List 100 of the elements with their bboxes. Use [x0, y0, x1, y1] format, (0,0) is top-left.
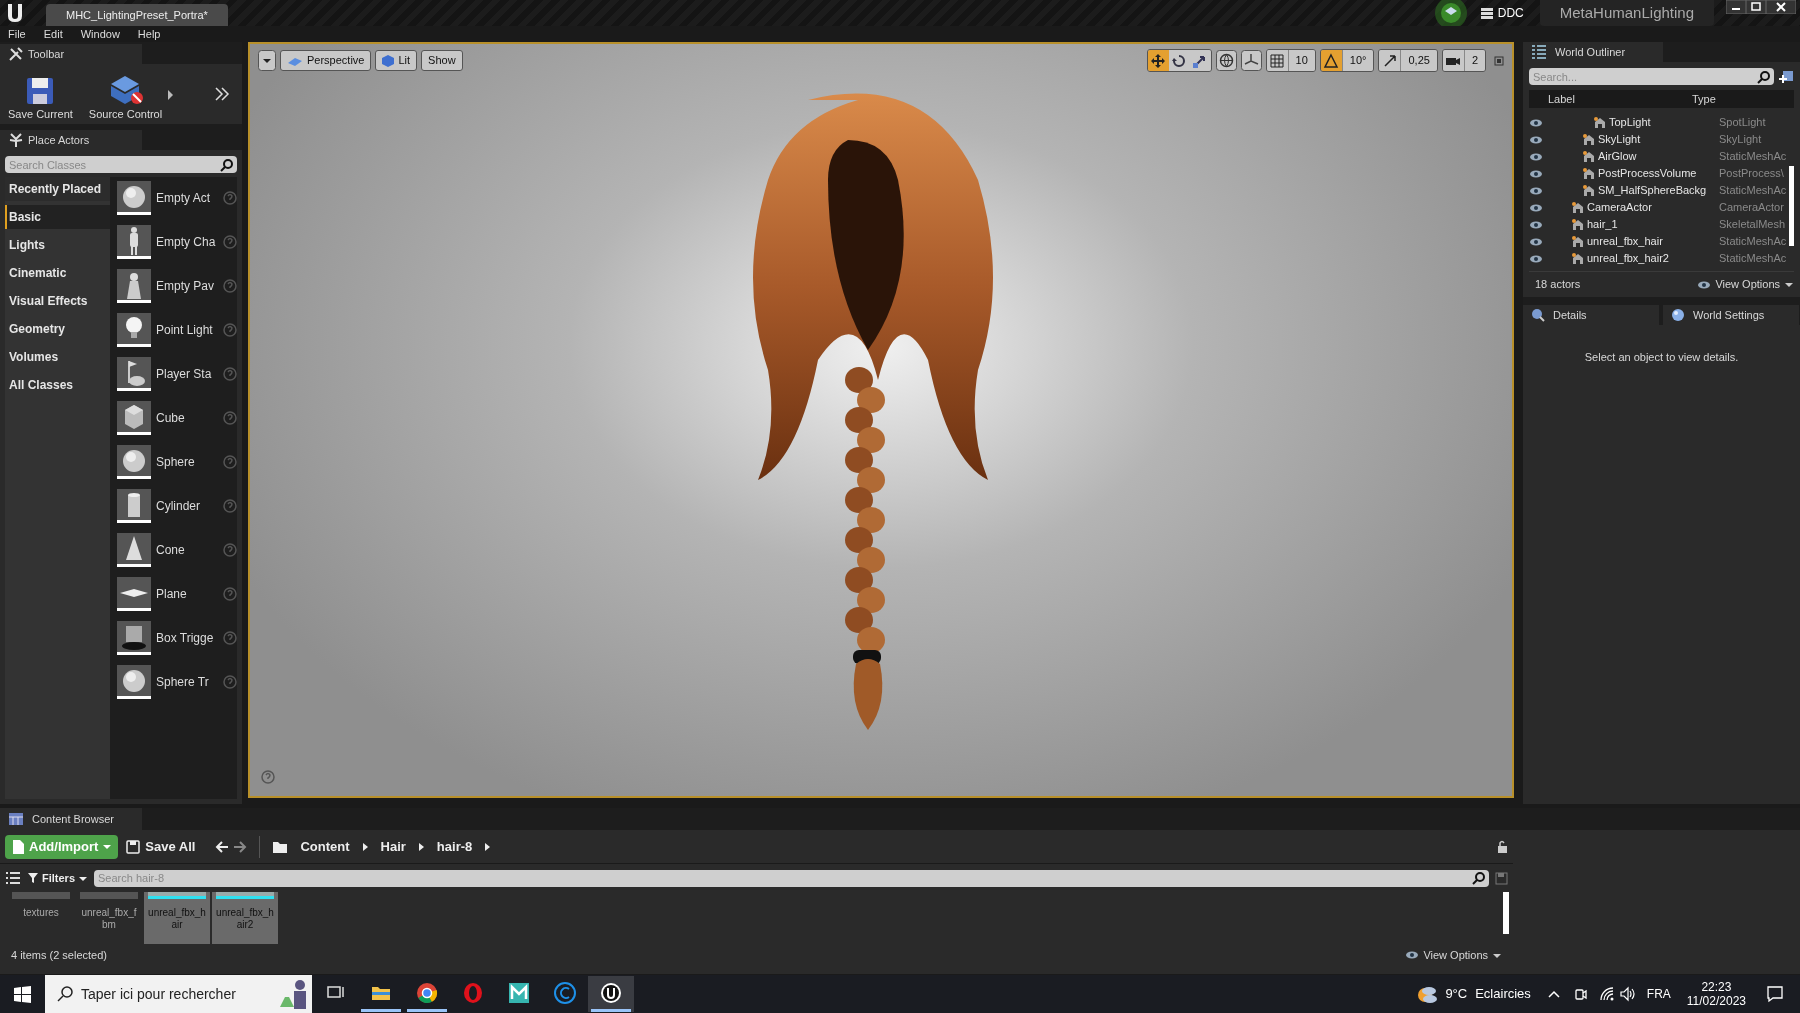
dropdown-icon[interactable]	[258, 50, 276, 71]
actor-name[interactable]: Empty Cha	[156, 233, 219, 251]
rotate-tool-button[interactable]	[1168, 50, 1190, 71]
category-item[interactable]: Lights	[5, 233, 110, 257]
clock-time[interactable]: 22:23	[1701, 980, 1732, 994]
windows-start-icon[interactable]	[13, 985, 32, 1003]
category-item[interactable]: Cinematic	[5, 261, 110, 285]
breadcrumb-link[interactable]: Content	[300, 836, 350, 857]
actor-label[interactable]: hair_1	[1587, 216, 1719, 233]
scrollbar-thumb[interactable]	[1503, 892, 1509, 934]
actor-thumbnail[interactable]	[117, 269, 151, 303]
lock-icon[interactable]	[1496, 839, 1508, 854]
viewport-button[interactable]: Perspective	[280, 50, 372, 71]
asset-tile[interactable]: unreal_fbx_hair2	[212, 892, 278, 944]
snap-value-dropdown[interactable]: 10	[1287, 50, 1315, 71]
category-item[interactable]: Basic	[5, 205, 110, 229]
search-field[interactable]: Search hair-8	[94, 869, 1489, 887]
scale-snap-toggle[interactable]	[1379, 50, 1401, 71]
weather-label[interactable]: Eclaircies	[1475, 984, 1531, 1004]
menu-item[interactable]: Edit	[43, 25, 63, 43]
surface-snap-icon[interactable]	[1240, 50, 1262, 71]
actor-label[interactable]: CameraActor	[1587, 199, 1719, 216]
grid-snap-toggle[interactable]	[1266, 50, 1288, 71]
eye-icon[interactable]	[1529, 134, 1543, 145]
actor-thumbnail[interactable]	[117, 401, 151, 435]
search-field[interactable]: Search Classes	[5, 156, 237, 173]
panel-tab[interactable]: Details	[1523, 305, 1659, 325]
back-arrow-icon[interactable]	[215, 839, 230, 854]
save-search-icon[interactable]	[1495, 871, 1508, 885]
snap-value-dropdown[interactable]: 0,25	[1400, 50, 1437, 71]
actor-thumbnail[interactable]	[117, 533, 151, 567]
asset-tile[interactable]: unreal_fbx_hair	[144, 892, 210, 944]
maximize-icon[interactable]	[1494, 55, 1504, 66]
place-actors-tab[interactable]: Place Actors	[0, 130, 142, 150]
actor-thumbnail[interactable]	[117, 577, 151, 611]
clock-date[interactable]: 11/02/2023	[1686, 994, 1746, 1008]
category-item[interactable]: Volumes	[5, 345, 110, 369]
chevron-icon[interactable]	[361, 841, 369, 852]
eye-icon[interactable]	[1529, 236, 1543, 247]
eye-icon[interactable]	[1529, 117, 1543, 128]
save-button[interactable]: Save Current	[4, 66, 77, 122]
category-item[interactable]: Recently Placed	[5, 177, 110, 201]
eye-icon[interactable]	[1529, 202, 1543, 213]
toolbar-tab[interactable]: Toolbar	[0, 44, 142, 64]
world-outliner-tab[interactable]: World Outliner	[1523, 42, 1663, 62]
asset-tile[interactable]: unreal_fbx_fbm	[76, 892, 142, 944]
eye-icon[interactable]	[1529, 185, 1543, 196]
actor-name[interactable]: Empty Act	[156, 189, 219, 207]
source-control-button[interactable]: Source Control	[84, 66, 167, 122]
actor-name[interactable]: Point Light	[156, 321, 219, 339]
menu-item[interactable]: Window	[80, 25, 120, 43]
actor-thumbnail[interactable]	[117, 665, 151, 699]
scale-tool-button[interactable]	[1189, 50, 1211, 71]
search-icon[interactable]	[1472, 871, 1486, 885]
forward-arrow-icon[interactable]	[233, 839, 248, 854]
actor-name[interactable]: Cone	[156, 541, 219, 559]
category-item[interactable]: All Classes	[5, 373, 110, 397]
actor-name[interactable]: Cube	[156, 409, 219, 427]
actor-name[interactable]: Sphere	[156, 453, 219, 471]
actor-thumbnail[interactable]	[117, 489, 151, 523]
search-icon[interactable]	[220, 157, 234, 172]
chevron-up-icon[interactable]	[1546, 988, 1561, 1000]
chevron-icon[interactable]	[417, 841, 425, 852]
actor-name[interactable]: Empty Pav	[156, 277, 219, 295]
content-browser-tab[interactable]: Content Browser	[0, 808, 142, 830]
actor-name[interactable]: Box Trigge	[156, 629, 219, 647]
chevron-icon[interactable]	[484, 841, 492, 852]
viewport-button[interactable]: Show	[421, 50, 463, 71]
snap-value-dropdown[interactable]: 2	[1463, 50, 1485, 71]
actor-name[interactable]: Plane	[156, 585, 219, 603]
add-folder-icon[interactable]	[1778, 69, 1794, 84]
category-item[interactable]: Visual Effects	[5, 289, 110, 313]
taskbar-button[interactable]	[588, 976, 634, 1012]
actor-thumbnail[interactable]	[117, 621, 151, 655]
actor-name[interactable]: Cylinder	[156, 497, 219, 515]
notifications-icon[interactable]	[1766, 985, 1784, 1003]
temperature[interactable]: 9°C	[1445, 984, 1468, 1004]
category-item[interactable]: Geometry	[5, 317, 110, 341]
actor-thumbnail[interactable]	[117, 225, 151, 259]
view-options-button[interactable]: View Options	[1405, 946, 1502, 964]
search-field[interactable]: Search...	[1529, 68, 1774, 85]
column-header[interactable]: Type	[1692, 90, 1762, 108]
actor-label[interactable]: SM_HalfSphereBackg	[1598, 182, 1719, 199]
eye-icon[interactable]	[1529, 151, 1543, 162]
breadcrumb-link[interactable]: Hair	[380, 836, 406, 857]
actor-label[interactable]: unreal_fbx_hair2	[1587, 250, 1719, 267]
actor-thumbnail[interactable]	[117, 181, 151, 215]
scrollbar-thumb[interactable]	[1789, 166, 1794, 246]
actor-thumbnail[interactable]	[117, 313, 151, 347]
actor-name[interactable]: Sphere Tr	[156, 673, 219, 691]
search-icon[interactable]	[1757, 69, 1771, 84]
sources-toggle-icon[interactable]	[5, 871, 21, 885]
wifi-icon[interactable]	[1598, 986, 1615, 1002]
actor-label[interactable]: AirGlow	[1598, 148, 1719, 165]
expand-icon[interactable]	[214, 86, 230, 102]
actor-name[interactable]: Player Sta	[156, 365, 219, 383]
close-icon[interactable]	[1766, 0, 1796, 14]
translate-tool-button[interactable]	[1147, 50, 1169, 71]
menu-item[interactable]: File	[8, 25, 26, 43]
breadcrumb-link[interactable]: hair-8	[436, 836, 473, 857]
